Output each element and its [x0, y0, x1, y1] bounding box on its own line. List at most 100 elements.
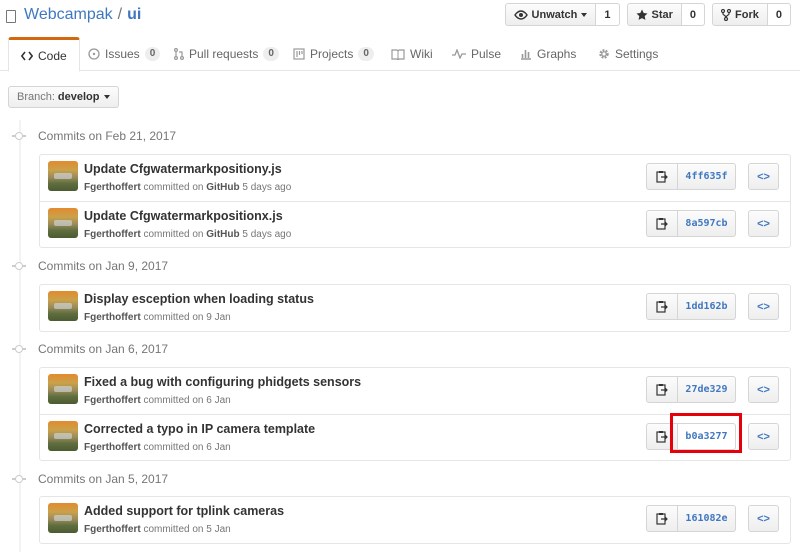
commit-row: Display esception when loading status Fg…	[40, 285, 790, 331]
code-icon: <>	[757, 217, 770, 230]
avatar[interactable]	[48, 161, 78, 191]
copy-sha-button[interactable]	[646, 376, 678, 403]
branch-label: Branch:	[17, 91, 55, 103]
commit-list: Fixed a bug with configuring phidgets se…	[39, 367, 791, 461]
commit-author[interactable]: Fgerthoffert	[84, 229, 141, 240]
commit-message[interactable]: Corrected a typo in IP camera template	[84, 422, 315, 436]
branch-select-button[interactable]: Branch: develop	[8, 86, 119, 108]
issue-icon	[88, 48, 100, 60]
copy-sha-button[interactable]	[646, 423, 678, 450]
tab-counter: 0	[263, 47, 279, 61]
commit-author[interactable]: Fgerthoffert	[84, 442, 141, 453]
avatar[interactable]	[48, 208, 78, 238]
tab-projects[interactable]: Projects 0	[293, 37, 374, 71]
commit-list: Display esception when loading status Fg…	[39, 284, 791, 332]
code-icon: <>	[757, 512, 770, 525]
commit-meta: Fgerthoffert committed on 5 Jan	[84, 524, 231, 535]
commit-row: Added support for tplink cameras Fgertho…	[40, 497, 790, 543]
repo-icon	[6, 9, 16, 23]
star-label: Star	[651, 8, 673, 21]
commit-meta: Fgerthoffert committed on GitHub 5 days …	[84, 229, 291, 240]
copy-sha-button[interactable]	[646, 293, 678, 320]
star-count[interactable]: 0	[681, 3, 706, 26]
tab-label: Projects	[310, 47, 354, 61]
clipboard-icon	[656, 513, 668, 525]
tab-graphs[interactable]: Graphs	[520, 37, 576, 71]
browse-files-button[interactable]: <>	[748, 293, 779, 320]
avatar[interactable]	[48, 291, 78, 321]
commit-author[interactable]: Fgerthoffert	[84, 312, 141, 323]
repo-owner-link[interactable]: Webcampak	[24, 5, 113, 25]
commit-time: 6 Jan	[206, 395, 231, 406]
tab-pulse[interactable]: Pulse	[452, 37, 501, 71]
commit-verb: committed on	[143, 229, 204, 240]
unwatch-label: Unwatch	[531, 8, 578, 21]
commit-message[interactable]: Display esception when loading status	[84, 292, 314, 306]
commit-row: Update Cfgwatermarkpositionx.js Fgerthof…	[40, 201, 790, 247]
commit-verb: committed on	[143, 442, 204, 453]
commit-group-heading: Commits on Feb 21, 2017	[12, 126, 176, 146]
commit-message[interactable]: Update Cfgwatermarkpositiony.js	[84, 162, 282, 176]
repo-header: Webcampak / ui Unwatch 1 Star 0 Fork 0	[0, 0, 800, 36]
clipboard-icon	[656, 384, 668, 396]
tab-pull-requests[interactable]: Pull requests 0	[174, 37, 279, 71]
avatar[interactable]	[48, 421, 78, 451]
commit-group-heading: Commits on Jan 9, 2017	[12, 256, 168, 276]
commit-author[interactable]: Fgerthoffert	[84, 524, 141, 535]
tab-counter: 0	[358, 47, 374, 61]
avatar[interactable]	[48, 503, 78, 533]
unwatch-button[interactable]: Unwatch	[504, 3, 597, 26]
clipboard-icon	[656, 431, 668, 443]
code-icon	[21, 51, 33, 61]
tab-issues[interactable]: Issues 0	[88, 37, 161, 71]
tab-code[interactable]: Code	[8, 37, 80, 72]
commit-meta: Fgerthoffert committed on 6 Jan	[84, 442, 231, 453]
fork-button[interactable]: Fork	[712, 3, 768, 26]
copy-sha-button[interactable]	[646, 163, 678, 190]
copy-sha-button[interactable]	[646, 505, 678, 532]
commit-author[interactable]: Fgerthoffert	[84, 182, 141, 193]
repo-separator: /	[117, 6, 123, 23]
commit-verb: committed on	[143, 395, 204, 406]
browse-files-button[interactable]: <>	[748, 376, 779, 403]
commit-sha-link[interactable]: 27de329	[678, 376, 736, 403]
tab-label: Issues	[105, 47, 140, 61]
fork-label: Fork	[735, 8, 759, 21]
avatar[interactable]	[48, 374, 78, 404]
commit-sha-link[interactable]: 1dd162b	[678, 293, 736, 320]
repo-actions: Unwatch 1 Star 0 Fork 0	[504, 3, 791, 26]
project-icon	[293, 48, 305, 60]
commit-message[interactable]: Update Cfgwatermarkpositionx.js	[84, 209, 283, 223]
commit-meta: Fgerthoffert committed on 9 Jan	[84, 312, 231, 323]
commit-sha-link[interactable]: 161082e	[678, 505, 736, 532]
commit-author[interactable]: Fgerthoffert	[84, 395, 141, 406]
commit-sha-link[interactable]: 8a597cb	[678, 210, 736, 237]
commit-message[interactable]: Fixed a bug with configuring phidgets se…	[84, 375, 361, 389]
code-icon: <>	[757, 300, 770, 313]
watch-count[interactable]: 1	[596, 3, 620, 26]
pull-request-icon	[174, 48, 184, 60]
commit-message[interactable]: Added support for tplink cameras	[84, 504, 284, 518]
commit-group-heading: Commits on Jan 5, 2017	[12, 469, 168, 489]
watch-group: Unwatch 1	[504, 3, 620, 26]
tab-counter: 0	[144, 47, 161, 61]
copy-sha-button[interactable]	[646, 210, 678, 237]
commit-sha-link[interactable]: 4ff635f	[678, 163, 736, 190]
tab-wiki[interactable]: Wiki	[391, 37, 433, 71]
sha-group: 8a597cb	[646, 210, 736, 237]
star-button[interactable]: Star	[626, 3, 682, 26]
sha-group: 27de329	[646, 376, 736, 403]
browse-files-button[interactable]: <>	[748, 505, 779, 532]
browse-files-button[interactable]: <>	[748, 423, 779, 450]
browse-files-button[interactable]: <>	[748, 210, 779, 237]
commit-time: 5 days ago	[242, 229, 292, 240]
repo-nav: Code Issues 0 Pull requests 0 Projects 0…	[0, 37, 800, 72]
repo-name-link[interactable]: ui	[127, 5, 141, 25]
commit-sha-link[interactable]: b0a3277	[678, 423, 736, 450]
clipboard-icon	[656, 301, 668, 313]
browse-files-button[interactable]: <>	[748, 163, 779, 190]
tab-settings[interactable]: Settings	[598, 37, 658, 71]
commit-node-icon	[12, 132, 26, 140]
code-icon: <>	[757, 383, 770, 396]
fork-count[interactable]: 0	[767, 3, 791, 26]
